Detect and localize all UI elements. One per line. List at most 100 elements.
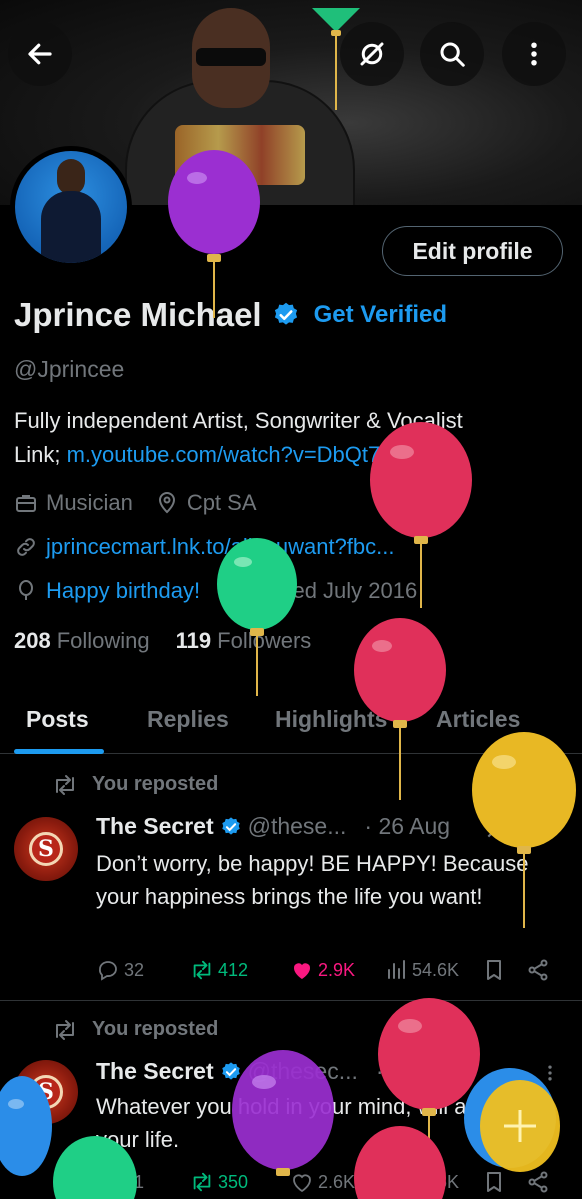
reply-icon: [99, 961, 117, 981]
repost-count: 412: [218, 959, 249, 980]
profile-website-link[interactable]: jprincecmart.lnk.to/allyouwant?fbc...: [46, 534, 395, 560]
avatar-photo: [15, 151, 127, 263]
profile-name: Jprince Michael: [14, 296, 262, 333]
bookmark-icon: [487, 1172, 501, 1192]
post-header: The Secret @thesec... · 12 Aug: [96, 1058, 462, 1085]
slashed-circle-icon: [360, 42, 384, 66]
no-sync-button[interactable]: [340, 22, 404, 86]
profile-handle: @Jprincee: [14, 356, 125, 382]
share-button[interactable]: [526, 1170, 550, 1194]
briefcase-icon: [16, 495, 36, 512]
bookmark-icon: [487, 960, 501, 980]
share-button[interactable]: [526, 958, 550, 982]
like-count: 2.9K: [318, 959, 356, 980]
post-date: · 12 Aug: [375, 1058, 462, 1084]
balloon-teal: [217, 538, 297, 696]
post-card[interactable]: You reposted S The Secret @thesec... · 1…: [0, 1002, 582, 1199]
post-author-avatar[interactable]: S: [14, 817, 78, 881]
bookmark-button[interactable]: [482, 1170, 506, 1194]
profile-birthday-row: Happy birthday! Joined July 2016: [14, 578, 417, 604]
repost-label: You reposted: [92, 1018, 219, 1040]
view-count: 54.6K: [412, 959, 460, 980]
profile-name-row: Jprince Michael Get Verified: [14, 296, 447, 334]
more-vertical-icon: [531, 42, 537, 66]
arrow-left-icon: [28, 43, 52, 65]
profile-category: Musician: [46, 490, 133, 515]
heart-outline-icon: [293, 1174, 311, 1193]
repost-button[interactable]: 350: [190, 1170, 248, 1194]
repost-icon: [193, 960, 211, 980]
back-button[interactable]: [8, 22, 72, 86]
post-text: Don’t worry, be happy! BE HAPPY! Because…: [96, 851, 529, 909]
repost-button[interactable]: 412: [190, 958, 248, 982]
tab-posts[interactable]: Posts: [26, 706, 89, 733]
post-date: · 26 Aug: [364, 813, 451, 839]
repost-icon: [193, 1172, 211, 1192]
profile-bio: Fully independent Artist, Songwriter & V…: [14, 404, 574, 472]
tab-highlights[interactable]: Highlights: [275, 706, 387, 733]
views-chart-icon: [388, 960, 405, 979]
slashed-circle-icon[interactable]: [484, 815, 510, 841]
more-button[interactable]: [502, 22, 566, 86]
the-secret-logo: S: [29, 832, 63, 866]
verified-badge-icon: [221, 1061, 240, 1080]
like-button[interactable]: 2.6K: [290, 1170, 355, 1194]
bookmark-button[interactable]: [482, 958, 506, 982]
reply-count: 32: [124, 959, 145, 980]
search-icon: [440, 42, 465, 67]
profile-meta-row: Musician Cpt SA: [14, 490, 257, 516]
reply-button[interactable]: 31: [96, 1170, 144, 1194]
the-secret-logo: S: [29, 1075, 63, 1109]
more-vertical-icon[interactable]: [540, 1060, 560, 1086]
post-card[interactable]: You reposted S The Secret @these... · 26…: [0, 755, 582, 1001]
post-author-handle: @these...: [247, 813, 347, 839]
bio-link-prefix: Link;: [14, 442, 67, 467]
link-icon: [17, 538, 35, 556]
profile-tabs: Posts Replies Highlights Articles: [0, 690, 582, 754]
views-button[interactable]: 54.6K: [384, 958, 459, 982]
edit-profile-button[interactable]: Edit profile: [382, 226, 563, 276]
verified-badge-icon: [221, 816, 240, 835]
views-button[interactable]: 61.6K: [384, 1170, 459, 1194]
followers-count[interactable]: 119 Followers: [176, 628, 312, 654]
bio-line: Fully independent Artist, Songwriter & V…: [14, 408, 463, 433]
location-pin-icon: [158, 492, 175, 514]
like-count: 2.6K: [318, 1171, 356, 1192]
views-chart-icon: [388, 1172, 405, 1191]
following-count[interactable]: 208 Following: [14, 628, 150, 654]
bio-link-line: Link; m.youtube.com/watch?v=DbQt79...: [14, 438, 574, 472]
reply-button[interactable]: 32: [96, 958, 144, 982]
get-verified-link[interactable]: Get Verified: [314, 301, 447, 329]
search-button[interactable]: [420, 22, 484, 86]
profile-website-row: jprincecmart.lnk.to/allyouwant?fbc...: [14, 534, 395, 560]
share-icon: [528, 959, 548, 981]
banner-photo-glasses: [196, 48, 266, 66]
following-number: 208: [14, 628, 51, 653]
heart-filled-icon: [293, 963, 311, 979]
post-author-avatar[interactable]: S: [14, 1060, 78, 1124]
birthday-link[interactable]: Happy birthday!: [46, 578, 200, 604]
post-text: Whatever you hold in your mind, will app…: [96, 1094, 547, 1152]
profile-joined: Joined July 2016: [252, 578, 418, 603]
profile-avatar[interactable]: [10, 146, 132, 268]
post-author-name[interactable]: The Secret: [96, 1058, 214, 1085]
post-header: The Secret @these... · 26 Aug: [96, 813, 450, 840]
bio-youtube-link[interactable]: m.youtube.com/watch?v=DbQt79...: [67, 442, 411, 467]
repost-icon: [56, 1019, 74, 1040]
profile-location: Cpt SA: [186, 490, 257, 515]
tab-replies[interactable]: Replies: [147, 706, 229, 733]
reply-count: 31: [124, 1171, 145, 1192]
following-label: Following: [56, 628, 150, 653]
repost-indicator: You reposted: [52, 1018, 218, 1041]
share-icon: [528, 1171, 548, 1193]
verified-badge-icon: [274, 302, 297, 325]
avatar-photo-body: [41, 191, 101, 263]
post-author-name[interactable]: The Secret: [96, 813, 214, 840]
tab-articles[interactable]: Articles: [436, 706, 520, 733]
repost-indicator: You reposted: [52, 773, 218, 796]
post-author-handle: @thesec...: [247, 1058, 358, 1084]
calendar-icon: [222, 582, 243, 601]
reply-icon: [99, 1173, 117, 1193]
repost-label: You reposted: [92, 773, 219, 795]
like-button[interactable]: 2.9K: [290, 958, 355, 982]
